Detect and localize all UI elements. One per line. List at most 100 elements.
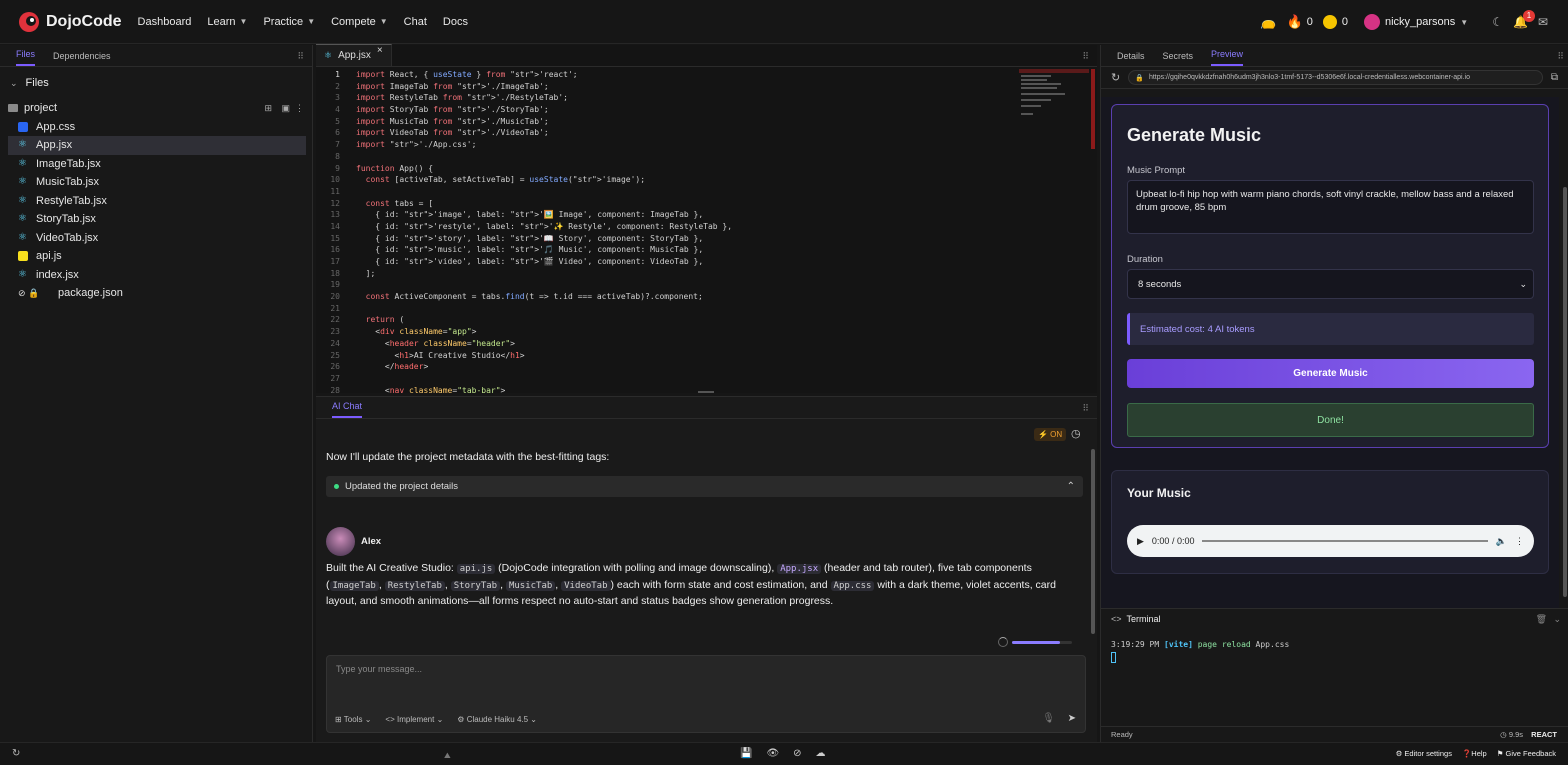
nav-learn[interactable]: Learn ▼ xyxy=(207,16,247,28)
status-row[interactable]: Updated the project details ⌃ xyxy=(326,476,1083,497)
file-item[interactable]: App.css xyxy=(0,118,312,137)
bell-icon[interactable]: 🔔 1 xyxy=(1513,10,1535,29)
history-icon[interactable]: ◷ xyxy=(1071,427,1081,440)
save-icon[interactable]: 💾 xyxy=(740,748,752,759)
nav-docs[interactable]: Docs xyxy=(443,16,468,28)
tab-secrets[interactable]: Secrets xyxy=(1163,51,1194,66)
url-field[interactable]: 🔒 https://gqihe0qvkkdzfnah0h6udm3jh3nlo3… xyxy=(1128,70,1543,85)
code-line: 6 import VideoTab from "str">'./VideoTab'… xyxy=(335,128,549,138)
tab-preview[interactable]: Preview xyxy=(1211,49,1244,66)
drag-handle-icon[interactable]: ⠿ xyxy=(297,51,304,62)
your-music-card: Your Music ▶ 0:00 / 0:00 🔈 ⋮ xyxy=(1111,470,1549,574)
drag-handle-icon[interactable]: ⠿ xyxy=(1082,51,1089,62)
editor-scrollbar[interactable] xyxy=(1091,69,1095,149)
file-list: App.css ⚛ App.jsx ⚛ ImageTab.jsx ⚛ MusicTab.js… xyxy=(0,118,312,303)
drag-handle-icon[interactable]: ⠿ xyxy=(1082,403,1089,414)
code-line: 22 return ( xyxy=(330,315,405,325)
preview-scrollbar[interactable] xyxy=(1563,187,1567,597)
user-menu[interactable]: nicky_parsons ▼ xyxy=(1363,14,1468,30)
mountain-icon[interactable]: ⛰ xyxy=(444,751,451,761)
minimap[interactable] xyxy=(1019,69,1089,129)
nav-practice[interactable]: Practice ▼ xyxy=(263,16,315,28)
terminal-icon: <> xyxy=(1111,614,1122,624)
code-line: 13 { id: "str">'image', label: "str">'🖼️… xyxy=(330,210,704,220)
file-item[interactable]: ⚛ index.jsx xyxy=(0,266,312,285)
tools-dropdown[interactable]: ⊞ Tools ⌄ xyxy=(335,715,371,724)
audio-player[interactable]: ▶ 0:00 / 0:00 🔈 ⋮ xyxy=(1127,525,1534,557)
terminal-output[interactable]: 3:19:29 PM [vite] page reload App.css xyxy=(1111,639,1289,663)
code-line: 26 </header> xyxy=(330,362,429,372)
file-name: ImageTab.jsx xyxy=(36,157,101,170)
nav-compete[interactable]: Compete ▼ xyxy=(331,16,388,28)
implement-dropdown[interactable]: <> Implement ⌄ xyxy=(385,715,443,724)
logo[interactable]: DojoCode xyxy=(18,11,122,33)
file-item[interactable]: ⚛ MusicTab.jsx xyxy=(0,173,312,192)
drag-handle-icon[interactable]: ⠿ xyxy=(1557,51,1564,62)
more-icon[interactable]: ⋮ xyxy=(295,103,304,114)
code-line: 27 xyxy=(330,373,340,383)
cost-box: Estimated cost: 4 AI tokens xyxy=(1127,313,1534,345)
send-icon[interactable]: ➤ xyxy=(1068,713,1076,724)
new-folder-icon[interactable]: ▣ xyxy=(281,103,290,114)
audio-progress[interactable] xyxy=(1202,540,1488,542)
editor-tab-app-jsx[interactable]: ⚛ App.jsx × xyxy=(316,44,392,66)
new-file-icon[interactable]: ⊞ xyxy=(264,103,272,114)
duration-select[interactable]: 8 seconds ⌄ xyxy=(1127,269,1534,299)
fire-icon: 🔥 xyxy=(1286,14,1303,29)
nav-dashboard[interactable]: Dashboard xyxy=(138,16,192,28)
deploy-icon[interactable]: ☁ xyxy=(816,748,826,759)
refresh-icon[interactable]: ↻ xyxy=(12,748,20,759)
refresh-icon[interactable]: ↻ xyxy=(1111,71,1120,84)
tab-dependencies[interactable]: Dependencies xyxy=(53,51,111,66)
file-item[interactable]: ⊘ 🔒 package.json xyxy=(0,284,312,303)
prompt-textarea[interactable]: Upbeat lo-fi hip hop with warm piano cho… xyxy=(1127,180,1534,234)
file-name: StoryTab.jsx xyxy=(36,213,96,226)
file-item[interactable]: ⚛ ImageTab.jsx xyxy=(0,155,312,174)
close-icon[interactable]: × xyxy=(377,45,383,56)
chat-scrollbar[interactable] xyxy=(1091,449,1095,634)
file-item[interactable]: ⚛ RestyleTab.jsx xyxy=(0,192,312,211)
tab-details[interactable]: Details xyxy=(1117,51,1145,66)
on-badge[interactable]: ⚡ ON xyxy=(1034,428,1067,441)
mic-icon[interactable]: 🎙 xyxy=(1042,713,1055,724)
dojocode-logo-icon xyxy=(19,11,39,32)
file-item[interactable]: ⚛ App.jsx xyxy=(8,136,306,155)
resize-handle[interactable] xyxy=(698,391,714,393)
trash-icon[interactable]: 🗑 xyxy=(1536,614,1547,625)
file-item[interactable]: ⚛ VideoTab.jsx xyxy=(0,229,312,248)
react-icon: ⚛ xyxy=(18,268,27,280)
notification-count: 1 xyxy=(1522,10,1535,22)
open-external-icon[interactable]: ⧉ xyxy=(1551,72,1558,83)
moon-icon[interactable]: ☾ xyxy=(1492,15,1503,29)
file-name: package.json xyxy=(58,287,123,300)
tab-files[interactable]: Files xyxy=(16,49,36,66)
more-icon[interactable]: ⋮ xyxy=(1515,536,1524,547)
folder-project[interactable]: project ⊞ ▣ ⋮ xyxy=(0,99,312,118)
chevron-down-icon[interactable]: ⌄ xyxy=(1553,614,1561,625)
chevron-down-icon: ▼ xyxy=(307,17,316,26)
file-name: App.jsx xyxy=(36,139,73,152)
code-line: 3 import RestyleTab from "str">'./Restyle… xyxy=(335,93,568,103)
model-dropdown[interactable]: ⚙ Claude Haiku 4.5 ⌄ xyxy=(457,715,537,724)
lock-icon: 🔒 xyxy=(1135,74,1144,82)
editor-settings-button[interactable]: ⚙ Editor settings xyxy=(1396,749,1452,758)
volume-icon[interactable]: 🔈 xyxy=(1496,536,1507,547)
help-button[interactable]: ❓Help xyxy=(1462,749,1487,758)
message-input[interactable]: Type your message... xyxy=(336,664,422,674)
react-icon: ⚛ xyxy=(18,231,27,243)
pouch-icon[interactable]: 👝 xyxy=(1260,14,1276,30)
mail-icon[interactable]: ✉ xyxy=(1538,15,1548,29)
share-icon[interactable]: ⊘ xyxy=(793,748,801,759)
generate-music-button[interactable]: Generate Music xyxy=(1127,359,1534,388)
clock-icon: ◷ xyxy=(1500,730,1509,739)
file-item[interactable]: ⚛ StoryTab.jsx xyxy=(0,210,312,229)
feedback-button[interactable]: ⚑ Give Feedback xyxy=(1497,749,1556,758)
react-icon: ⚛ xyxy=(18,194,27,206)
play-icon[interactable]: ▶ xyxy=(1137,536,1144,547)
tab-ai-chat[interactable]: AI Chat xyxy=(332,401,363,418)
file-item[interactable]: api.js xyxy=(0,247,312,266)
code-content[interactable]: 1 import React, { useState } from "str">'… xyxy=(316,69,1016,396)
files-header[interactable]: ⌄ Files xyxy=(0,67,312,99)
eye-icon[interactable]: 👁 xyxy=(766,748,779,759)
nav-chat[interactable]: Chat xyxy=(404,16,427,28)
